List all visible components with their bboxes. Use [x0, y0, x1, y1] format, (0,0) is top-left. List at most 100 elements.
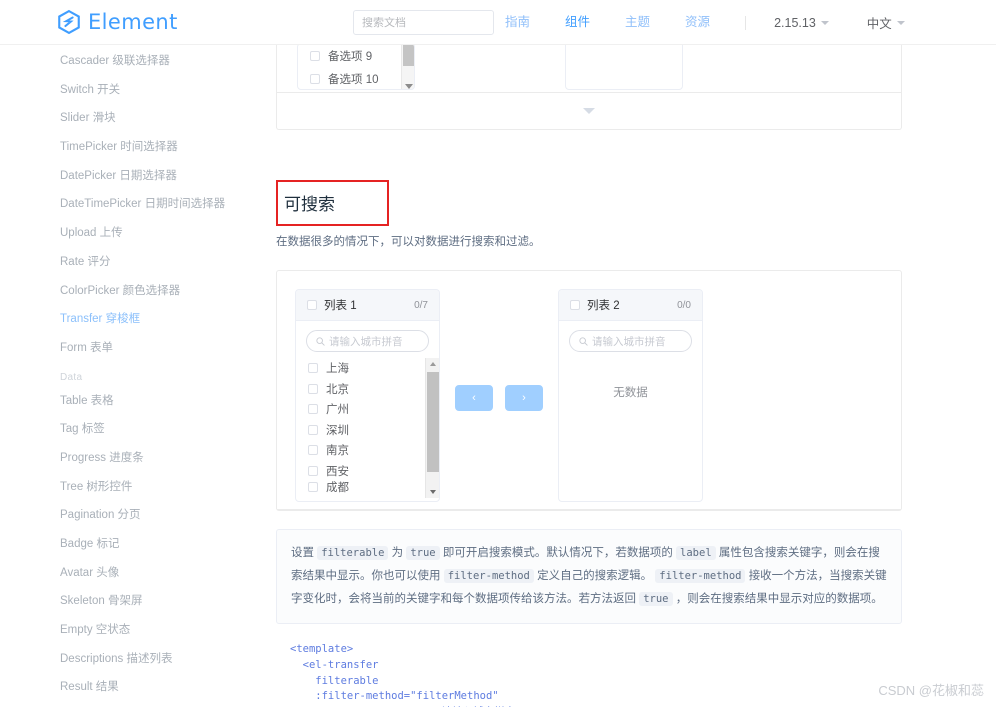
doc-search-box[interactable]	[353, 10, 494, 35]
watermark: CSDN @花椒和蕊	[878, 683, 984, 698]
code-line: <template>	[290, 643, 354, 655]
checkbox-icon[interactable]	[308, 404, 318, 415]
checkbox-icon[interactable]	[308, 363, 318, 374]
sidebar-item-16[interactable]: Pagination 分页	[0, 501, 258, 530]
sidebar-item-17[interactable]: Badge 标记	[0, 530, 258, 559]
section-heading-wrap: 可搜索	[276, 180, 389, 226]
transfer-list-item-label: 广州	[326, 404, 349, 417]
right-filter-input[interactable]: 请输入城市拼音	[569, 330, 692, 352]
list-item[interactable]: 备选项 10	[298, 67, 414, 89]
checkbox-icon[interactable]	[308, 424, 318, 435]
sidebar-item-3[interactable]: TimePicker 时间选择器	[0, 133, 258, 162]
version-selector[interactable]: 2.15.13	[774, 16, 829, 30]
note-code-true-2: true	[639, 592, 673, 606]
select-all-checkbox-icon[interactable]	[307, 300, 317, 310]
scroll-up-button[interactable]	[426, 358, 439, 370]
note-text-7: ，则会在搜索结果中显示对应的数据项。	[675, 593, 883, 605]
note-text-2: 为	[391, 547, 404, 559]
sidebar-item-19[interactable]: Skeleton 骨架屏	[0, 587, 258, 616]
sidebar-item-21[interactable]: Descriptions 描述列表	[0, 645, 258, 674]
section-description: 在数据很多的情况下，可以对数据进行搜索和过滤。	[276, 236, 541, 248]
page-title: 可搜索	[284, 195, 335, 214]
left-panel-list: 上海北京广州深圳南京西安成都	[296, 358, 439, 498]
scrollbar[interactable]	[401, 45, 414, 89]
doc-search-input[interactable]	[362, 16, 485, 29]
right-filter-placeholder: 请输入城市拼音	[592, 335, 666, 348]
sidebar-item-15[interactable]: Tree 树形控件	[0, 473, 258, 502]
nav-item-components[interactable]: 组件	[565, 0, 590, 45]
sidebar-item-6[interactable]: Upload 上传	[0, 219, 258, 248]
nav-item-theme[interactable]: 主题	[625, 0, 650, 45]
transfer-left-panel: 列表 1 0/7 请输入城市拼音 上海 北京 广州 深圳 南京西安 成都	[295, 289, 440, 502]
nav-item-guide[interactable]: 指南	[505, 0, 530, 45]
sidebar-item-22[interactable]: Result 结果	[0, 673, 258, 702]
checkbox-icon[interactable]	[308, 383, 318, 394]
sidebar-item-5[interactable]: DateTimePicker 日期时间选择器	[0, 190, 258, 219]
right-panel-count: 0/0	[677, 299, 691, 311]
checkbox-icon[interactable]	[308, 482, 318, 492]
brand-logo[interactable]: Element	[56, 9, 178, 35]
scrollbar[interactable]	[425, 358, 439, 498]
sidebar-item-7[interactable]: Rate 评分	[0, 248, 258, 277]
note-code-true-1: true	[406, 546, 440, 560]
transfer-list-item[interactable]: 深圳	[296, 420, 439, 441]
transfer-list-item[interactable]: 北京	[296, 379, 439, 400]
select-all-checkbox-icon[interactable]	[570, 300, 580, 310]
main-nav: 指南 组件 主题 资源 2.15.13 中文	[505, 0, 943, 45]
left-filter-input[interactable]: 请输入城市拼音	[306, 330, 429, 352]
transfer-to-right-button[interactable]: ›	[505, 385, 543, 411]
scroll-down-icon[interactable]	[405, 84, 413, 89]
note-text-1: 设置	[291, 547, 314, 559]
scroll-down-button[interactable]	[426, 486, 439, 498]
sidebar-item-1[interactable]: Switch 开关	[0, 76, 258, 105]
sidebar-item-2[interactable]: Slider 滑块	[0, 104, 258, 133]
checkbox-icon[interactable]	[308, 445, 318, 456]
transfer-to-left-button[interactable]: ‹	[455, 385, 493, 411]
nav-item-resources[interactable]: 资源	[685, 0, 710, 45]
transfer-list-item[interactable]: 西安	[296, 461, 439, 482]
triangle-up-icon	[430, 362, 436, 366]
sidebar-item-4[interactable]: DatePicker 日期选择器	[0, 162, 258, 191]
sidebar-item-13[interactable]: Tag 标签	[0, 415, 258, 444]
transfer-widget: 列表 1 0/7 请输入城市拼音 上海 北京 广州 深圳 南京西安 成都 ‹ ›…	[295, 289, 703, 502]
note-code-label: label	[676, 546, 716, 560]
top-header: Element 指南 组件 主题 资源 2.15.13 中文	[0, 0, 996, 45]
sidebar-item-20[interactable]: Empty 空状态	[0, 616, 258, 645]
language-selector[interactable]: 中文	[867, 13, 905, 32]
sidebar-group-data: Data	[60, 371, 83, 383]
checkbox-icon[interactable]	[310, 50, 320, 61]
checkbox-icon[interactable]	[310, 73, 320, 84]
sidebar-item-14[interactable]: Progress 进度条	[0, 444, 258, 473]
scrollbar-thumb[interactable]	[403, 45, 414, 66]
sidebar-item-18[interactable]: Avatar 头像	[0, 559, 258, 588]
sidebar-item-9[interactable]: Transfer 穿梭框	[0, 305, 258, 334]
left-panel-header[interactable]: 列表 1 0/7	[296, 290, 439, 321]
transfer-buttons: ‹ ›	[455, 385, 543, 411]
show-code-toggle[interactable]	[277, 93, 901, 129]
scrollbar-thumb[interactable]	[427, 372, 439, 472]
checkbox-icon[interactable]	[308, 465, 318, 476]
transfer-list-item-label: 西安	[326, 465, 349, 478]
sidebar-item-10[interactable]: Form 表单	[0, 334, 258, 363]
triangle-down-icon	[430, 490, 436, 494]
element-hexagon-icon	[58, 9, 80, 35]
chevron-down-icon	[820, 20, 829, 25]
transfer-list-item[interactable]: 成都	[296, 481, 439, 493]
sidebar-item-12[interactable]: Table 表格	[0, 387, 258, 416]
previous-demo-card: 备选项 9 备选项 10	[276, 45, 902, 130]
sidebar-item-8[interactable]: ColorPicker 颜色选择器	[0, 277, 258, 306]
divider	[277, 509, 901, 510]
version-label: 2.15.13	[774, 15, 816, 30]
list-item[interactable]: 备选项 9	[298, 45, 414, 67]
sidebar-item-0[interactable]: Cascader 级联选择器	[0, 47, 258, 76]
transfer-list-item-label: 南京	[326, 445, 349, 458]
code-line: :filter-method="filterMethod"	[290, 690, 499, 703]
transfer-list-item-label: 北京	[326, 383, 349, 396]
left-panel-body: 请输入城市拼音 上海北京广州深圳南京西安成都	[296, 321, 439, 501]
transfer-list-item[interactable]: 广州	[296, 399, 439, 420]
language-label: 中文	[866, 17, 892, 31]
right-panel-header[interactable]: 列表 2 0/0	[559, 290, 702, 321]
left-panel-title: 列表 1	[324, 300, 357, 312]
transfer-list-item[interactable]: 上海	[296, 358, 439, 379]
transfer-list-item[interactable]: 南京	[296, 440, 439, 461]
